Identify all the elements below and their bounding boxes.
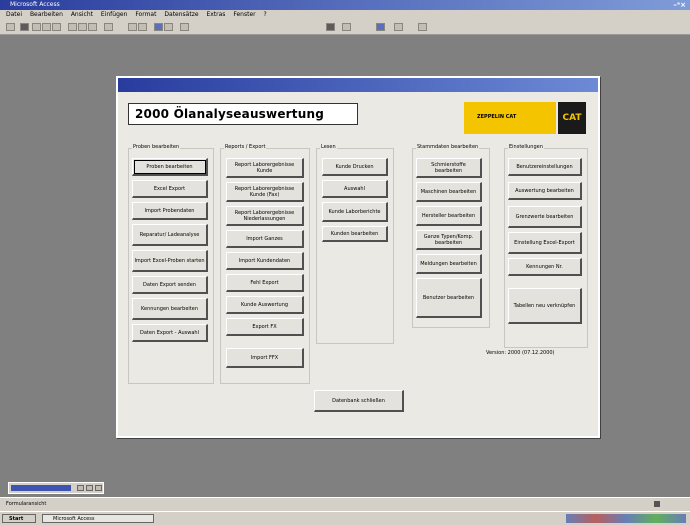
reparatur-ladeanalyse-button[interactable]: Reparatur/ Ladeanalyse — [132, 224, 208, 246]
copy-icon[interactable] — [78, 23, 87, 31]
main-form-window: 2000 Ölanalyseauswertung ZEPPELIN CAT CA… — [116, 76, 600, 438]
grenzwerte-bearbeiten-button[interactable]: Grenzwerte bearbeiten — [508, 206, 582, 228]
export-fx-button[interactable]: Export FX — [226, 318, 304, 336]
datenbank-schliessen-button[interactable]: Datenbank schließen — [314, 390, 404, 412]
excel-export-button[interactable]: Excel Export — [132, 180, 208, 198]
menu-item-einfuegen[interactable]: Einfügen — [101, 10, 127, 20]
benutzer-bearbeiten-button[interactable]: Benutzer bearbeiten — [416, 278, 482, 318]
einstellung-excel-export-button[interactable]: Einstellung Excel-Export — [508, 232, 582, 254]
kennungen-nr-button[interactable]: Kennungen Nr. — [508, 258, 582, 276]
status-bar: Formularansicht — [0, 497, 690, 511]
import-ganzes-button[interactable]: Import Ganzes — [226, 230, 304, 248]
restore-icon[interactable] — [77, 485, 84, 491]
menu-item-help[interactable]: ? — [264, 10, 267, 20]
import-probendaten-button[interactable]: Import Probendaten — [132, 202, 208, 220]
proben-bearbeiten-button[interactable]: Proben bearbeiten — [132, 158, 208, 176]
sort-descending-icon[interactable] — [138, 23, 147, 31]
report-laborergebnisse-nl-button[interactable]: Report Laborergebnisse Niederlassungen — [226, 206, 304, 226]
group-lesen-label: Lesen — [320, 144, 337, 150]
menu-item-datei[interactable]: Datei — [6, 10, 22, 20]
kunde-drucken-button[interactable]: Kunde Drucken — [322, 158, 388, 176]
typen-komp-bearbeiten-button[interactable]: Ganze Typen/Komp. bearbeiten — [416, 230, 482, 250]
menu-item-fenster[interactable]: Fenster — [233, 10, 255, 20]
schmierstoffe-bearbeiten-button[interactable]: Schmierstoffe bearbeiten — [416, 158, 482, 178]
group-einstellungen-label: Einstellungen — [508, 144, 544, 150]
benutzereinstellungen-button[interactable]: Benutzereinstellungen — [508, 158, 582, 176]
group-stammdaten-label: Stammdaten bearbeiten — [416, 144, 480, 150]
spelling-icon[interactable] — [52, 23, 61, 31]
import-kundendaten-button[interactable]: Import Kundendaten — [226, 252, 304, 270]
menu-item-ansicht[interactable]: Ansicht — [71, 10, 93, 20]
minimized-database-window[interactable] — [8, 482, 104, 494]
save-icon[interactable] — [20, 23, 29, 31]
paste-icon[interactable] — [88, 23, 97, 31]
help-icon[interactable] — [418, 23, 427, 31]
maschinen-bearbeiten-button[interactable]: Maschinen bearbeiten — [416, 182, 482, 202]
import-ffx-button[interactable]: Import FFX — [226, 348, 304, 368]
kunden-bearbeiten-button[interactable]: Kunden bearbeiten — [322, 226, 388, 242]
kunde-laborberichte-button[interactable]: Kunde Laborberichte — [322, 202, 388, 222]
fehl-export-button[interactable]: Fehl Export — [226, 274, 304, 292]
report-laborergebnisse-kunde-button[interactable]: Report Laborergebnisse Kunde — [226, 158, 304, 178]
toolbar — [0, 20, 690, 35]
taskbar: Start Microsoft Access — [0, 511, 690, 525]
menu-item-extras[interactable]: Extras — [206, 10, 225, 20]
daten-export-auswahl-button[interactable]: Daten Export - Auswahl — [132, 324, 208, 342]
import-excel-proben-button[interactable]: Import Excel-Proben starten — [132, 250, 208, 272]
menu-item-bearbeiten[interactable]: Bearbeiten — [30, 10, 63, 20]
delete-record-icon[interactable] — [342, 23, 351, 31]
version-label: Version: 2000 (07.12.2000) — [486, 350, 555, 356]
tabellen-neu-verknuepfen-button[interactable]: Tabellen neu verknüpfen — [508, 288, 582, 324]
auswertung-bearbeiten-button[interactable]: Auswertung bearbeiten — [508, 182, 582, 200]
window-controls[interactable]: –ᵃ× — [673, 1, 686, 9]
maximize-icon[interactable] — [86, 485, 93, 491]
find-icon[interactable] — [180, 23, 189, 31]
system-tray — [566, 514, 686, 523]
menu-item-datensaetze[interactable]: Datensätze — [164, 10, 198, 20]
form-title: 2000 Ölanalyseauswertung — [128, 103, 358, 125]
form-title-bar — [118, 78, 598, 92]
daten-export-senden-button[interactable]: Daten Export senden — [132, 276, 208, 294]
auswahl-button[interactable]: Auswahl — [322, 180, 388, 198]
cat-logo: CAT — [558, 102, 586, 134]
brand-text: ZEPPELIN CAT — [477, 114, 517, 120]
group-reports-label: Reports / Export — [224, 144, 267, 150]
menu-bar: Datei Bearbeiten Ansicht Einfügen Format… — [0, 10, 690, 20]
zeppelin-logo: ZEPPELIN CAT — [464, 102, 556, 134]
status-text: Formularansicht — [6, 501, 47, 507]
meldungen-bearbeiten-button[interactable]: Meldungen bearbeiten — [416, 254, 482, 274]
minimized-title — [11, 485, 71, 491]
kennungen-bearbeiten-button[interactable]: Kennungen bearbeiten — [132, 298, 208, 320]
app-title-bar: Microsoft Access –ᵃ× — [0, 0, 690, 10]
design-view-icon[interactable] — [6, 23, 15, 31]
num-lock-indicator — [654, 501, 660, 507]
apply-filter-icon[interactable] — [164, 23, 173, 31]
undo-icon[interactable] — [104, 23, 113, 31]
new-object-icon[interactable] — [394, 23, 403, 31]
hersteller-bearbeiten-button[interactable]: Hersteller bearbeiten — [416, 206, 482, 226]
app-title: Microsoft Access — [10, 1, 60, 8]
taskbar-access-task[interactable]: Microsoft Access — [42, 514, 154, 523]
report-laborergebnisse-fax-button[interactable]: Report Laborergebnisse Kunde (Fax) — [226, 182, 304, 202]
new-record-icon[interactable] — [326, 23, 335, 31]
print-icon[interactable] — [32, 23, 41, 31]
start-button[interactable]: Start — [2, 514, 36, 523]
sort-ascending-icon[interactable] — [128, 23, 137, 31]
menu-item-format[interactable]: Format — [135, 10, 156, 20]
cut-icon[interactable] — [68, 23, 77, 31]
filter-icon[interactable] — [154, 23, 163, 31]
group-lesen — [316, 148, 394, 344]
database-window-icon[interactable] — [376, 23, 385, 31]
close-icon[interactable] — [95, 485, 102, 491]
preview-icon[interactable] — [42, 23, 51, 31]
group-proben-label: Proben bearbeiten — [132, 144, 181, 150]
kunde-auswertung-button[interactable]: Kunde Auswertung — [226, 296, 304, 314]
